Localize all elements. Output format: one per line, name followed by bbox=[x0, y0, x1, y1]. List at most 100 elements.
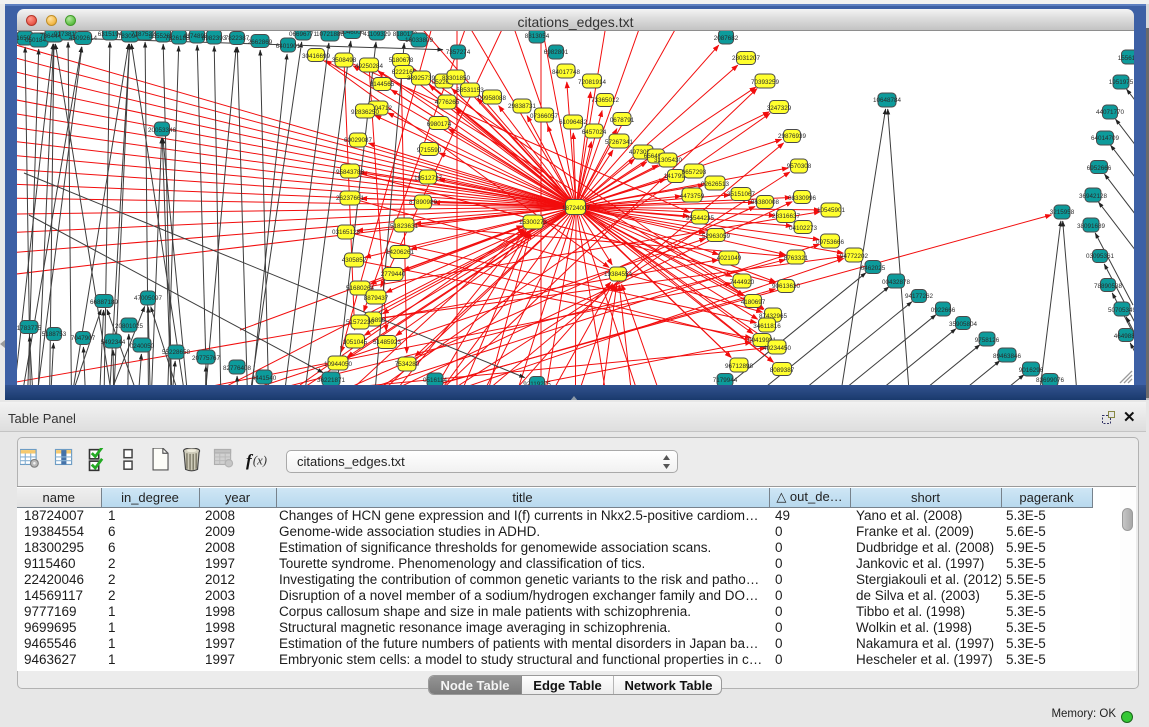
svg-text:0922666: 0922666 bbox=[931, 307, 956, 314]
svg-text:51572230: 51572230 bbox=[346, 319, 375, 326]
svg-text:4305852: 4305852 bbox=[342, 257, 367, 264]
svg-text:4473759: 4473759 bbox=[680, 193, 705, 200]
svg-text:2779440: 2779440 bbox=[381, 271, 406, 278]
svg-text:44071770: 44071770 bbox=[1096, 109, 1125, 116]
svg-text:28031207: 28031207 bbox=[732, 55, 761, 62]
svg-text:5492344: 5492344 bbox=[101, 339, 126, 346]
svg-text:73365012: 73365012 bbox=[591, 97, 620, 104]
svg-text:70393259: 70393259 bbox=[751, 79, 780, 86]
svg-text:95544235: 95544235 bbox=[686, 215, 715, 222]
svg-text:1951975: 1951975 bbox=[1109, 79, 1134, 86]
svg-text:00432878: 00432878 bbox=[882, 279, 911, 286]
svg-text:20053346: 20053346 bbox=[148, 127, 177, 134]
svg-text:8982393: 8982393 bbox=[202, 35, 227, 42]
svg-text:15300273: 15300273 bbox=[519, 219, 548, 226]
svg-text:87890989: 87890989 bbox=[409, 199, 438, 206]
svg-text:89463846: 89463846 bbox=[993, 353, 1022, 360]
svg-text:7534280: 7534280 bbox=[395, 361, 420, 368]
svg-text:3508498: 3508498 bbox=[332, 57, 357, 64]
svg-text:41109329: 41109329 bbox=[363, 31, 391, 38]
svg-text:35905804: 35905804 bbox=[949, 321, 978, 328]
svg-text:06696771: 06696771 bbox=[289, 31, 318, 38]
svg-text:14206261: 14206261 bbox=[386, 249, 415, 256]
svg-text:6462025: 6462025 bbox=[861, 265, 886, 272]
svg-text:20801025: 20801025 bbox=[115, 323, 144, 330]
svg-text:0678791: 0678791 bbox=[610, 117, 635, 124]
svg-text:96712898: 96712898 bbox=[725, 363, 754, 370]
svg-text:6401901: 6401901 bbox=[276, 43, 301, 50]
svg-text:94772202: 94772202 bbox=[840, 253, 869, 260]
svg-text:57267341: 57267341 bbox=[605, 139, 634, 146]
svg-text:4180697: 4180697 bbox=[741, 299, 766, 306]
svg-text:4021049: 4021049 bbox=[717, 255, 742, 262]
svg-text:35151067: 35151067 bbox=[727, 191, 756, 198]
svg-text:38091689: 38091689 bbox=[1077, 223, 1106, 230]
svg-text:8879437: 8879437 bbox=[364, 295, 389, 302]
svg-text:84017748: 84017748 bbox=[552, 69, 581, 76]
svg-text:31305430: 31305430 bbox=[654, 157, 683, 164]
svg-text:49250284: 49250284 bbox=[355, 63, 384, 70]
svg-text:18724007: 18724007 bbox=[562, 205, 591, 212]
svg-text:64014709: 64014709 bbox=[1091, 135, 1120, 142]
svg-text:8813054: 8813054 bbox=[525, 33, 550, 40]
svg-text:03165128: 03165128 bbox=[332, 229, 361, 236]
svg-text:90613630: 90613630 bbox=[772, 283, 801, 290]
svg-text:40234450: 40234450 bbox=[763, 345, 792, 352]
svg-text:2087682: 2087682 bbox=[714, 35, 739, 42]
svg-text:10944050: 10944050 bbox=[324, 361, 353, 368]
svg-text:03095361: 03095361 bbox=[1086, 253, 1115, 260]
svg-text:7357274: 7357274 bbox=[446, 49, 471, 56]
svg-text:4776265: 4776265 bbox=[435, 99, 460, 106]
svg-text:29838731: 29838731 bbox=[508, 103, 537, 110]
svg-text:02626513: 02626513 bbox=[701, 181, 730, 188]
svg-text:72081914: 72081914 bbox=[578, 79, 607, 86]
svg-text:5180678: 5180678 bbox=[389, 57, 414, 64]
svg-text:82776408: 82776408 bbox=[223, 365, 252, 372]
svg-text:60029087: 60029087 bbox=[344, 137, 373, 144]
svg-text:10545901: 10545901 bbox=[817, 207, 846, 214]
svg-text:7822387: 7822387 bbox=[225, 35, 250, 42]
svg-text:16033809: 16033809 bbox=[405, 37, 434, 44]
svg-text:8763321: 8763321 bbox=[784, 255, 809, 262]
svg-text:47005097: 47005097 bbox=[134, 295, 163, 302]
svg-text:92836250: 92836250 bbox=[351, 109, 380, 116]
svg-text:3215958: 3215958 bbox=[1050, 209, 1075, 216]
svg-text:8046006: 8046006 bbox=[340, 31, 365, 36]
svg-text:50705349: 50705349 bbox=[1108, 307, 1134, 314]
svg-text:36942128: 36942128 bbox=[1079, 193, 1108, 200]
svg-text:86380008: 86380008 bbox=[751, 199, 780, 206]
svg-text:18512737: 18512737 bbox=[414, 175, 443, 182]
svg-text:52963059: 52963059 bbox=[702, 233, 731, 240]
svg-text:20775767: 20775767 bbox=[192, 355, 221, 362]
svg-text:4649887: 4649887 bbox=[1114, 333, 1134, 340]
svg-text:0240050: 0240050 bbox=[130, 343, 155, 350]
svg-text:51823631: 51823631 bbox=[390, 223, 419, 230]
svg-text:7047907: 7047907 bbox=[71, 335, 96, 342]
svg-text:(x): (x) bbox=[253, 454, 267, 468]
svg-text:7179944: 7179944 bbox=[713, 377, 738, 384]
svg-text:09753666: 09753666 bbox=[816, 239, 845, 246]
svg-text:1556127: 1556127 bbox=[1118, 55, 1134, 62]
svg-text:45092614: 45092614 bbox=[69, 35, 98, 42]
svg-text:68531153: 68531153 bbox=[456, 87, 484, 94]
svg-text:51485923: 51485923 bbox=[373, 339, 402, 346]
svg-text:7444920: 7444920 bbox=[730, 279, 755, 286]
svg-text:78890538: 78890538 bbox=[1094, 283, 1123, 290]
svg-text:08330996: 08330996 bbox=[788, 195, 817, 202]
svg-text:6980174: 6980174 bbox=[427, 121, 452, 128]
svg-text:9570308: 9570308 bbox=[787, 163, 812, 170]
svg-text:66887189: 66887189 bbox=[90, 299, 119, 306]
svg-text:0516114: 0516114 bbox=[423, 377, 448, 384]
svg-text:9016296: 9016296 bbox=[1019, 367, 1044, 374]
svg-text:28316637: 28316637 bbox=[772, 213, 801, 220]
svg-text:26237661: 26237661 bbox=[336, 195, 365, 202]
svg-text:83301850: 83301850 bbox=[442, 75, 471, 82]
svg-text:8089387: 8089387 bbox=[770, 367, 795, 374]
svg-text:09958088: 09958088 bbox=[478, 95, 507, 102]
svg-text:8144565: 8144565 bbox=[370, 81, 395, 88]
svg-text:07366057: 07366057 bbox=[530, 113, 559, 120]
svg-text:30416699: 30416699 bbox=[302, 53, 331, 60]
svg-text:1051045: 1051045 bbox=[343, 339, 368, 346]
svg-text:61096482: 61096482 bbox=[559, 119, 588, 126]
svg-text:9758126: 9758126 bbox=[975, 337, 1000, 344]
